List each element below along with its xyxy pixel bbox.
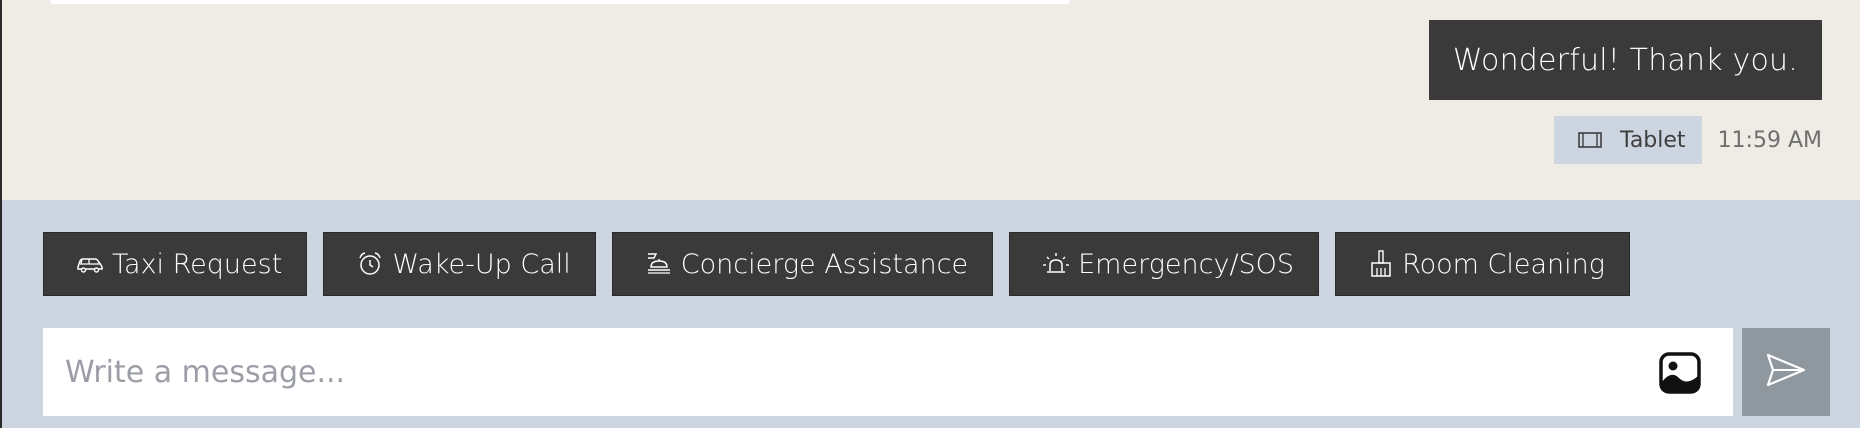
chat-window: Wonderful! Thank you. Tablet 11:59 AM Ta… <box>0 0 1860 428</box>
tablet-icon <box>1578 131 1602 149</box>
device-label: Tablet <box>1620 127 1686 153</box>
concierge-icon <box>645 251 673 277</box>
composer: Taxi Request Wake-Up Call Concierge Assi… <box>2 200 1860 428</box>
message-timestamp: 11:59 AM <box>1717 127 1822 153</box>
previous-message-bubble <box>51 0 1069 4</box>
send-button[interactable] <box>1742 328 1830 416</box>
room-cleaning-button[interactable]: Room Cleaning <box>1335 232 1630 296</box>
emergency-sos-label: Emergency/SOS <box>1078 248 1295 280</box>
outgoing-message-bubble: Wonderful! Thank you. <box>1428 20 1822 100</box>
message-list[interactable]: Wonderful! Thank you. Tablet 11:59 AM <box>2 0 1860 200</box>
wake-up-call-label: Wake-Up Call <box>392 248 571 280</box>
taxi-request-button[interactable]: Taxi Request <box>43 232 308 296</box>
device-badge: Tablet <box>1554 116 1702 164</box>
siren-icon <box>1042 251 1070 277</box>
send-icon <box>1765 352 1807 392</box>
emergency-sos-button[interactable]: Emergency/SOS <box>1009 232 1320 296</box>
taxi-icon <box>76 254 104 274</box>
taxi-request-label: Taxi Request <box>112 248 283 280</box>
room-cleaning-label: Room Cleaning <box>1402 248 1605 280</box>
alarm-clock-icon <box>356 250 384 278</box>
broom-icon <box>1368 249 1394 279</box>
wake-up-call-button[interactable]: Wake-Up Call <box>323 232 596 296</box>
image-icon[interactable] <box>1659 352 1701 394</box>
concierge-assistance-label: Concierge Assistance <box>680 248 969 280</box>
message-input[interactable] <box>43 328 1623 416</box>
message-meta: Tablet 11:59 AM <box>1554 116 1822 164</box>
message-text: Wonderful! Thank you. <box>1452 42 1798 78</box>
quick-actions: Taxi Request Wake-Up Call Concierge Assi… <box>43 232 1630 296</box>
concierge-assistance-button[interactable]: Concierge Assistance <box>611 232 994 296</box>
message-input-box <box>43 328 1733 416</box>
